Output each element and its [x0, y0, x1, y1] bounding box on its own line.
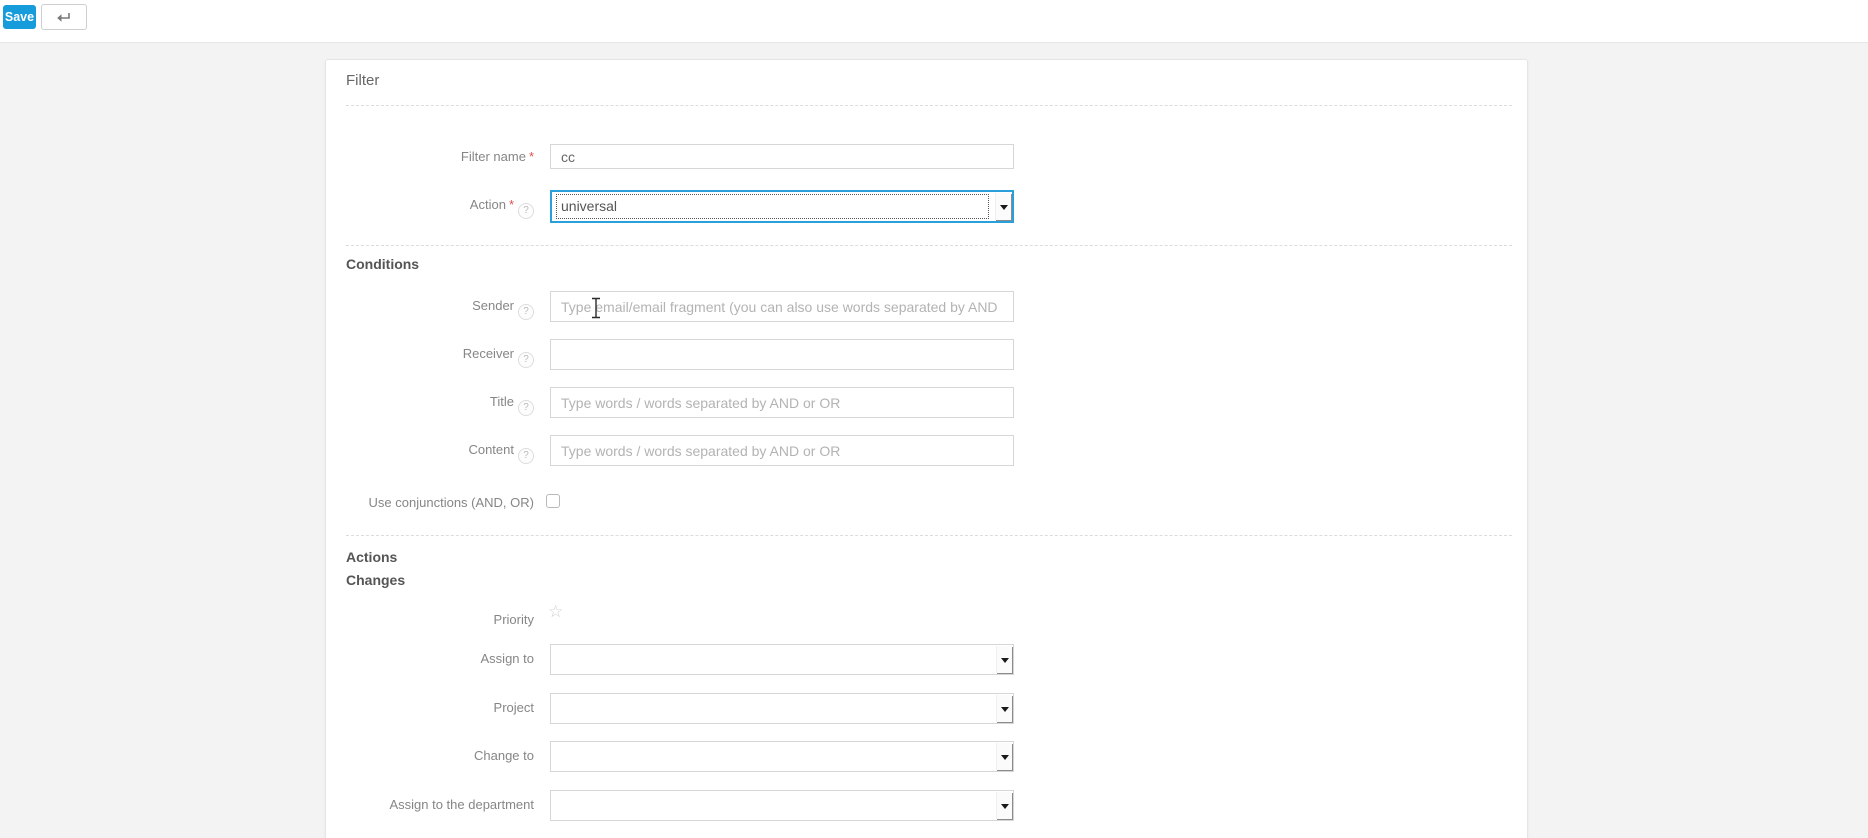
- divider: [346, 245, 1512, 246]
- project-label: Project: [493, 700, 534, 715]
- chevron-down-icon[interactable]: [996, 695, 1012, 722]
- chevron-down-icon[interactable]: [995, 193, 1011, 220]
- help-icon[interactable]: ?: [518, 448, 534, 464]
- use-conjunctions-checkbox[interactable]: [546, 494, 560, 508]
- project-select[interactable]: [550, 693, 1014, 724]
- assign-department-select[interactable]: [550, 790, 1014, 821]
- filter-form-panel: Filter Filter name* Action*? universal C…: [325, 59, 1528, 838]
- help-icon[interactable]: ?: [518, 304, 534, 320]
- title-label: Title?: [346, 394, 534, 416]
- help-icon[interactable]: ?: [518, 203, 534, 219]
- filter-name-label: Filter name *: [460, 149, 534, 164]
- receiver-label: Receiver?: [346, 346, 534, 368]
- help-icon[interactable]: ?: [518, 400, 534, 416]
- priority-star-icon[interactable]: ☆: [548, 603, 563, 620]
- required-asterisk: *: [528, 149, 534, 164]
- sender-input[interactable]: [550, 291, 1014, 322]
- save-button[interactable]: Save: [3, 5, 36, 29]
- divider: [346, 535, 1512, 536]
- chevron-down-icon[interactable]: [996, 792, 1012, 819]
- change-to-label: Change to: [474, 748, 534, 763]
- section-title-conditions: Conditions: [346, 256, 420, 272]
- change-to-select[interactable]: [550, 741, 1014, 772]
- toolbar: Save: [0, 0, 1868, 42]
- content-input[interactable]: [550, 435, 1014, 466]
- back-button[interactable]: [41, 4, 87, 30]
- content-label: Content?: [346, 442, 534, 464]
- chevron-down-icon[interactable]: [996, 646, 1012, 673]
- action-select-value: universal: [556, 194, 989, 219]
- section-title-actions: Actions: [346, 549, 398, 565]
- use-conjunctions-label: Use conjunctions (AND, OR): [368, 495, 534, 510]
- chevron-down-icon[interactable]: [996, 743, 1012, 770]
- section-subtitle-changes: Changes: [346, 572, 406, 588]
- assign-to-label: Assign to: [480, 651, 534, 666]
- required-asterisk: *: [508, 197, 514, 212]
- sender-label: Sender?: [346, 298, 534, 320]
- receiver-input[interactable]: [550, 339, 1014, 370]
- page-background: Filter Filter name* Action*? universal C…: [0, 42, 1868, 838]
- return-arrow-icon: [42, 11, 86, 23]
- divider: [346, 105, 1512, 106]
- help-icon[interactable]: ?: [518, 352, 534, 368]
- section-title-filter: Filter: [346, 72, 380, 89]
- action-select[interactable]: universal: [550, 190, 1014, 223]
- action-label: Action *?: [346, 197, 534, 219]
- filter-name-input[interactable]: [550, 144, 1014, 169]
- title-input[interactable]: [550, 387, 1014, 418]
- assign-department-label: Assign to the department: [389, 797, 534, 812]
- assign-to-select[interactable]: [550, 644, 1014, 675]
- priority-label: Priority: [493, 612, 534, 627]
